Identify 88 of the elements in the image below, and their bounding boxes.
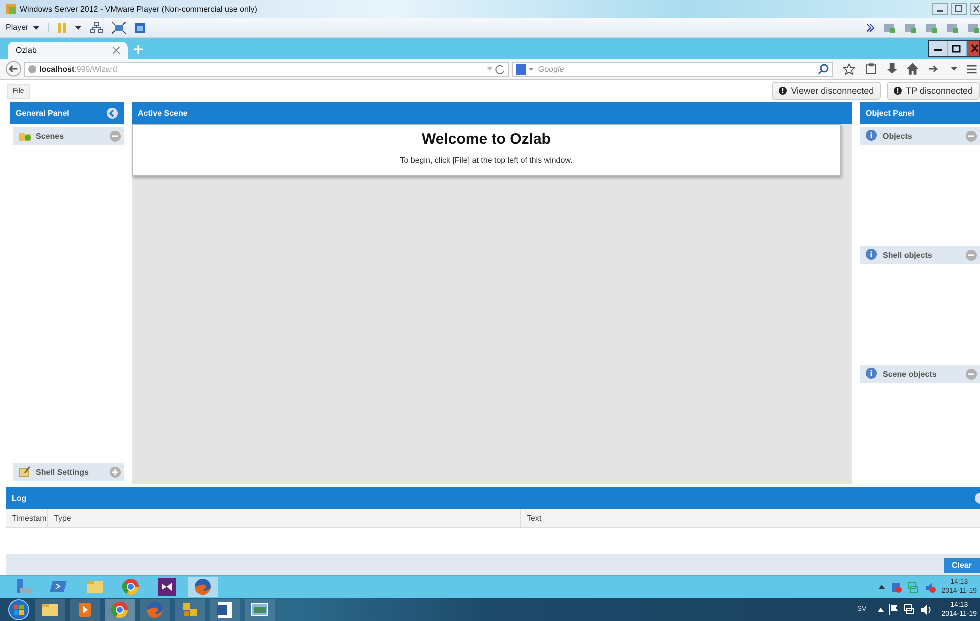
- document-icon: [215, 600, 235, 620]
- status-button[interactable]: Viewer disconnected: [772, 82, 882, 100]
- browser-tab[interactable]: Ozlab: [8, 42, 128, 59]
- home-icon[interactable]: [907, 63, 919, 75]
- chevron-icon[interactable]: [867, 24, 875, 32]
- search-box[interactable]: Google: [512, 62, 834, 76]
- folder-icon: [19, 130, 31, 142]
- start-button[interactable]: [8, 598, 30, 620]
- panel-title: General Panel: [16, 108, 70, 118]
- device-icon[interactable]: [946, 22, 959, 34]
- maximize-button[interactable]: [951, 3, 967, 15]
- alert-icon: [894, 87, 902, 95]
- browser-icon: [122, 578, 140, 596]
- caret-icon[interactable]: [950, 67, 958, 71]
- collapse-left-icon[interactable]: [107, 108, 118, 118]
- fullscreen-icon[interactable]: [112, 22, 126, 34]
- download-icon[interactable]: [886, 63, 898, 75]
- folder-icon: [86, 578, 104, 596]
- flag-icon[interactable]: [888, 604, 899, 615]
- section-title: Scene objects: [883, 370, 937, 378]
- close-icon[interactable]: [113, 47, 120, 54]
- column-header[interactable]: Timestam: [6, 509, 48, 527]
- panel-title: Object Panel: [866, 108, 914, 118]
- collapse-icon[interactable]: [975, 492, 980, 504]
- sound-icon[interactable]: [924, 582, 936, 592]
- player-menu[interactable]: Player: [6, 23, 49, 32]
- search-engine-icon[interactable]: [516, 64, 534, 74]
- device-icon[interactable]: [883, 22, 896, 34]
- search-icon[interactable]: [818, 64, 830, 74]
- address-field[interactable]: localhost:999/Wizard: [24, 62, 510, 76]
- window-title: Windows Server 2012 - VMware Player (Non-commercial use only): [20, 4, 258, 14]
- notepad-icon: [19, 466, 31, 478]
- close-button[interactable]: [967, 41, 979, 56]
- server-icon: [14, 578, 32, 596]
- globe-fox-icon: [194, 578, 212, 596]
- panel-section-header[interactable]: Shell Settings: [13, 463, 124, 481]
- restore-button[interactable]: [948, 41, 966, 56]
- star-icon[interactable]: [843, 62, 856, 76]
- menu-icon[interactable]: [967, 64, 978, 74]
- panel-section-header[interactable]: Scene objects: [860, 365, 980, 383]
- panel-title: Log: [12, 494, 27, 502]
- column-header[interactable]: Type: [48, 509, 521, 527]
- section-title: Scenes: [36, 132, 64, 140]
- clear-button[interactable]: Clear: [944, 558, 980, 573]
- tray-arrow-icon[interactable]: [878, 608, 884, 612]
- taskbar-button[interactable]: [70, 598, 100, 620]
- device-icon[interactable]: [967, 22, 980, 34]
- globe-fox-icon: [145, 600, 165, 620]
- speaker-icon[interactable]: [920, 604, 931, 615]
- network-icon[interactable]: [904, 604, 915, 615]
- tray-arrow-icon[interactable]: [878, 585, 885, 589]
- taskbar-button[interactable]: [188, 577, 218, 597]
- status-button[interactable]: TP disconnected: [887, 82, 980, 100]
- info-icon: [866, 249, 878, 261]
- device-icon[interactable]: [925, 22, 938, 34]
- logo-icon: [5, 3, 17, 15]
- section-title: Objects: [883, 132, 912, 140]
- device-icon[interactable]: [904, 22, 917, 34]
- minimize-button[interactable]: [929, 41, 947, 56]
- panel-title: Active Scene: [138, 108, 188, 118]
- panel-section-header[interactable]: Scenes: [13, 127, 124, 145]
- clipboard-icon[interactable]: [866, 63, 876, 75]
- back-button[interactable]: [6, 61, 22, 77]
- taskbar-button[interactable]: [105, 598, 135, 620]
- minimize-button[interactable]: [932, 3, 948, 15]
- caret-icon: [32, 26, 40, 30]
- reload-icon[interactable]: [487, 64, 506, 74]
- panel-section-header[interactable]: Shell objects: [860, 246, 980, 264]
- taskbar-button[interactable]: [245, 598, 275, 620]
- info-icon: [866, 368, 878, 380]
- network-icon[interactable]: [90, 22, 104, 34]
- column-header[interactable]: Text: [521, 509, 980, 527]
- taskbar-button[interactable]: [35, 598, 65, 620]
- close-button[interactable]: [970, 3, 980, 15]
- window-icon[interactable]: [134, 22, 146, 34]
- caret-icon[interactable]: [74, 26, 82, 30]
- browser-icon: [110, 600, 130, 620]
- panel-section-header[interactable]: Objects: [860, 127, 980, 145]
- welcome-heading: Welcome to Ozlab: [421, 131, 552, 148]
- url-text: localhost:999/Wizard: [40, 64, 118, 74]
- section-title: Shell objects: [883, 250, 932, 260]
- taskbar-button[interactable]: [210, 598, 240, 620]
- welcome-message: To begin, click [File] at the top left of this window.: [399, 156, 574, 165]
- section-title: Shell Settings: [36, 468, 89, 476]
- alert-icon: [779, 87, 788, 95]
- globe-icon: [28, 64, 37, 74]
- info-icon: [866, 130, 878, 142]
- tab-title: Ozlab: [16, 46, 37, 55]
